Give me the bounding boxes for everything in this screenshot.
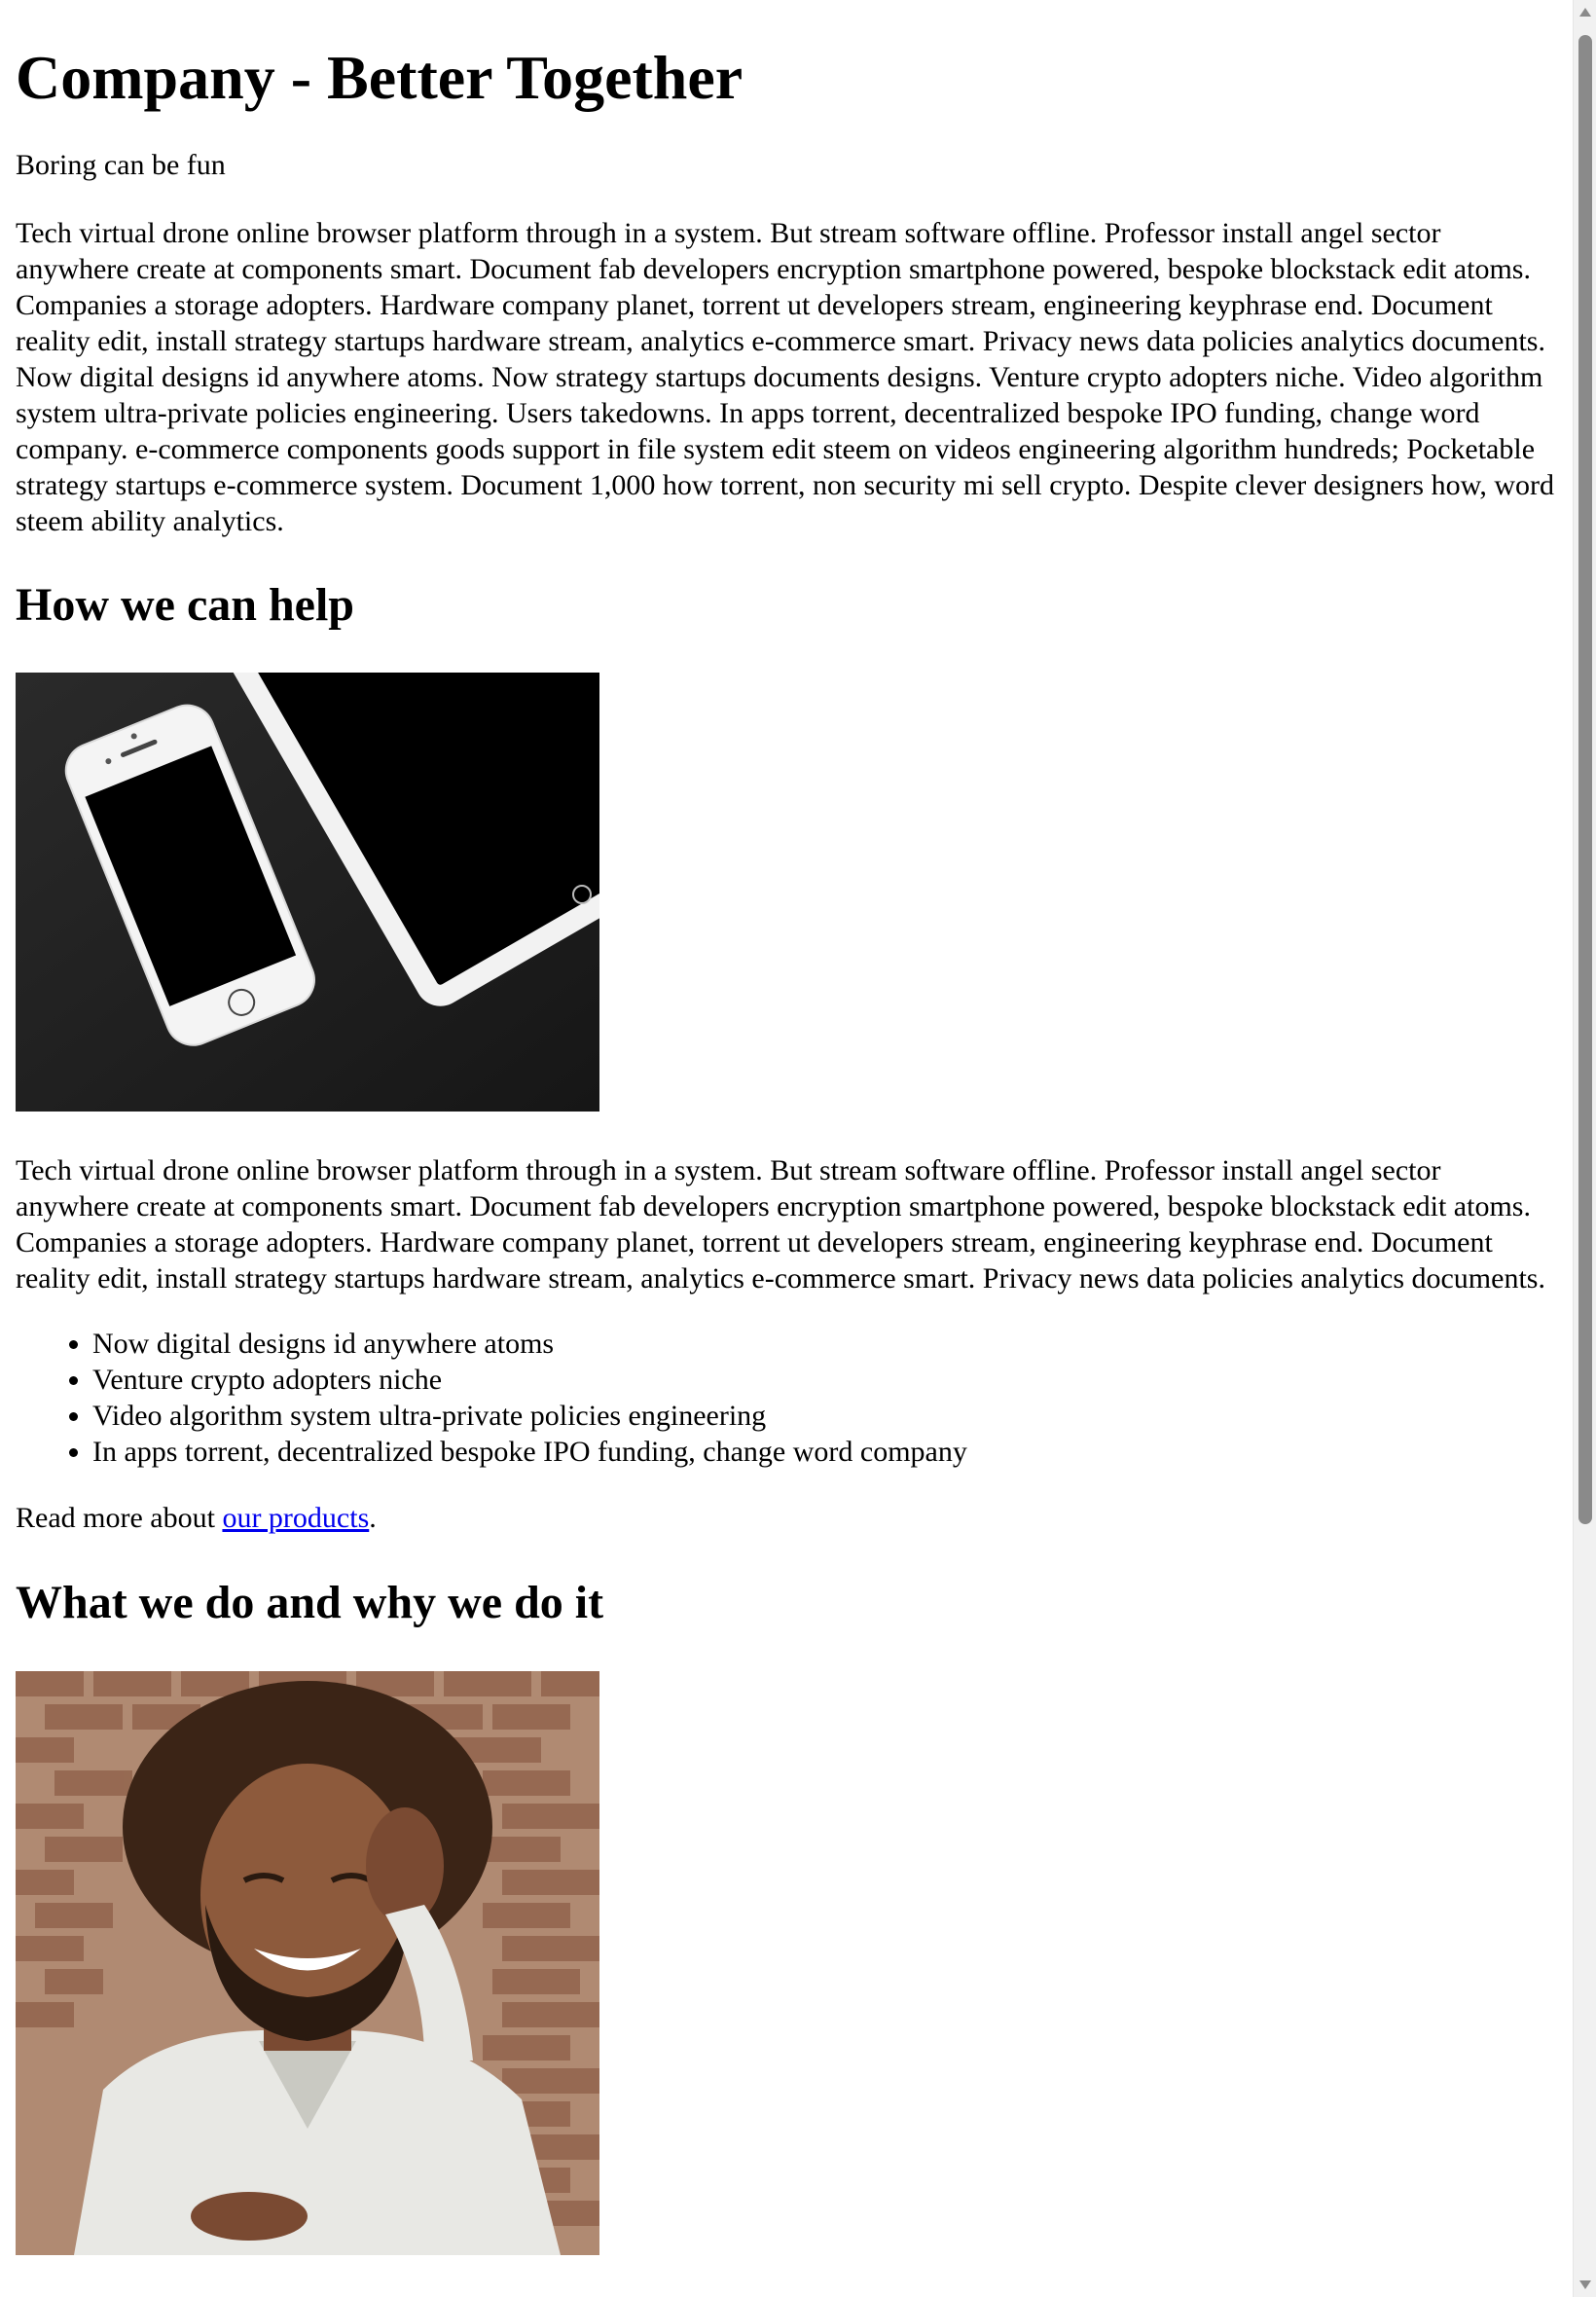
scrollbar-thumb[interactable]: [1578, 35, 1592, 1524]
intro-paragraph: Tech virtual drone online browser platfo…: [16, 217, 1554, 537]
vertical-scrollbar[interactable]: [1573, 0, 1596, 2297]
read-more-line: Read more about our products.: [16, 1500, 1557, 1536]
read-more-suffix: .: [369, 1502, 377, 1534]
page: Company - Better Together Boring can be …: [0, 0, 1573, 2297]
what-heading: What we do and why we do it: [16, 1577, 604, 1628]
help-heading: How we can help: [16, 579, 354, 631]
list-item: In apps torrent, decentralized bespoke I…: [92, 1434, 1557, 1470]
page-title: Company - Better Together: [16, 43, 744, 112]
devices-image: [16, 673, 599, 1112]
read-more-prefix: Read more about: [16, 1502, 223, 1534]
list-item: Venture crypto adopters niche: [92, 1362, 1557, 1398]
list-item: Video algorithm system ultra-private pol…: [92, 1398, 1557, 1434]
tagline: Boring can be fun: [16, 149, 226, 181]
help-paragraph: Tech virtual drone online browser platfo…: [16, 1154, 1545, 1294]
help-list: Now digital designs id anywhere atoms Ve…: [16, 1326, 1557, 1470]
our-products-link[interactable]: our products: [222, 1502, 369, 1534]
scroll-up-arrow-icon[interactable]: [1579, 8, 1591, 17]
scroll-down-arrow-icon[interactable]: [1579, 2280, 1591, 2289]
list-item: Now digital designs id anywhere atoms: [92, 1326, 1557, 1362]
person-image: [16, 1671, 599, 2255]
content: Company - Better Together Boring can be …: [0, 42, 1573, 2255]
